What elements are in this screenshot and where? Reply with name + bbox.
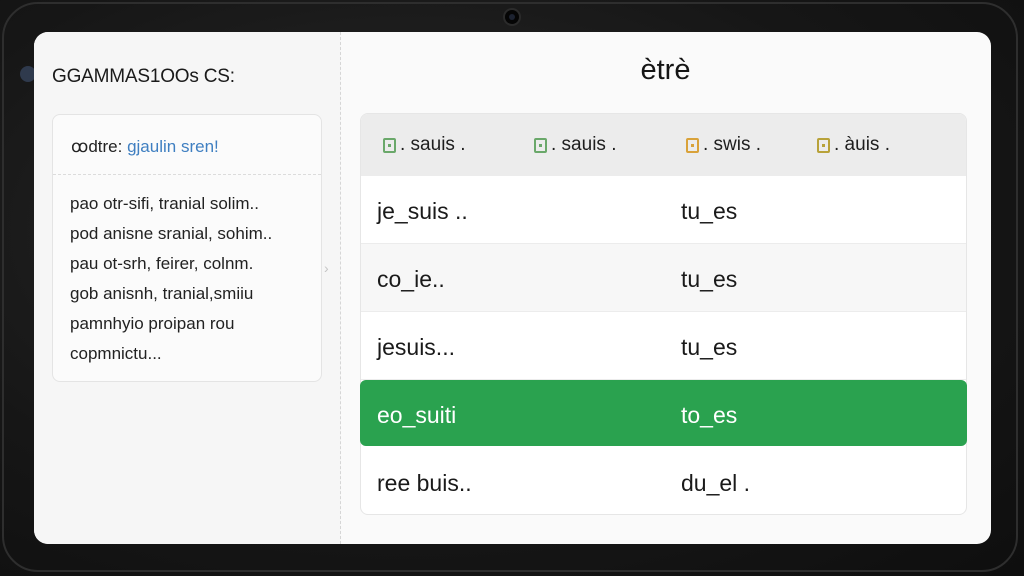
column-header[interactable]: . swis . <box>686 131 761 159</box>
document-icon <box>817 137 830 153</box>
document-icon <box>534 137 547 153</box>
table-row[interactable]: jesuis... tu_es <box>361 312 966 380</box>
card-label-link[interactable]: gjaulin sren! <box>127 137 219 156</box>
card-line: copmnictu... <box>70 344 162 363</box>
row-right-cell: du_el . <box>681 470 751 496</box>
table-header: . sauis . . sauis . . swis . . àuis . <box>361 114 966 176</box>
column-header[interactable]: . sauis . <box>383 131 465 159</box>
table-row[interactable]: co_ie.. tu_es <box>361 244 966 312</box>
app-screen: GGAMMAS1OOs CS: ꝏdtre: gjaulin sren! pao… <box>34 32 991 544</box>
card-label: ꝏdtre: <box>71 137 123 156</box>
table-row[interactable]: je_suis .. tu_es <box>361 176 966 244</box>
card-line: pamnhyio proipan rou <box>70 314 235 333</box>
sidebar: GGAMMAS1OOs CS: ꝏdtre: gjaulin sren! pao… <box>34 32 341 544</box>
table-row[interactable]: ree buis.. du_el . <box>361 448 966 516</box>
page-title: ètrè <box>640 54 691 86</box>
column-header[interactable]: . sauis . <box>534 131 616 159</box>
row-right-cell: to_es <box>681 402 738 428</box>
card-line: pod anisne sranial, sohim.. <box>70 224 273 243</box>
row-left-cell: eo_suiti <box>377 402 457 428</box>
row-right-cell: tu_es <box>681 198 738 224</box>
conjugation-table: . sauis . . sauis . . swis . . àuis . je… <box>360 113 967 515</box>
card-line: pau ot-srh, feirer, colnm. <box>70 254 254 273</box>
document-icon <box>383 137 396 153</box>
row-right-cell: tu_es <box>681 266 738 292</box>
sidebar-title: GGAMMAS1OOs CS: <box>52 66 235 87</box>
row-right-cell: tu_es <box>681 334 738 360</box>
row-left-cell: ree buis.. <box>377 470 472 496</box>
row-left-cell: je_suis .. <box>377 198 468 224</box>
column-header[interactable]: . àuis . <box>817 131 890 159</box>
card-header: ꝏdtre: gjaulin sren! <box>53 115 321 175</box>
column-header-label: . àuis . <box>834 134 890 155</box>
collapse-arrow-icon[interactable]: › <box>324 260 329 276</box>
row-left-cell: co_ie.. <box>377 266 445 292</box>
document-icon <box>686 137 699 153</box>
card-body: pao otr-sifi, tranial solim.. pod anisne… <box>53 175 321 369</box>
card-line: pao otr-sifi, tranial solim.. <box>70 194 259 213</box>
table-row-selected[interactable]: eo_suiti to_es <box>360 380 967 446</box>
card-line: gob anisnh, tranial,smiiu <box>70 284 254 303</box>
conjugation-card[interactable]: ꝏdtre: gjaulin sren! pao otr-sifi, trani… <box>52 114 322 382</box>
column-header-label: . sauis . <box>400 134 466 155</box>
column-header-label: . swis . <box>703 134 762 155</box>
column-header-label: . sauis . <box>551 134 617 155</box>
camera-icon <box>503 8 521 26</box>
row-left-cell: jesuis... <box>377 334 455 360</box>
